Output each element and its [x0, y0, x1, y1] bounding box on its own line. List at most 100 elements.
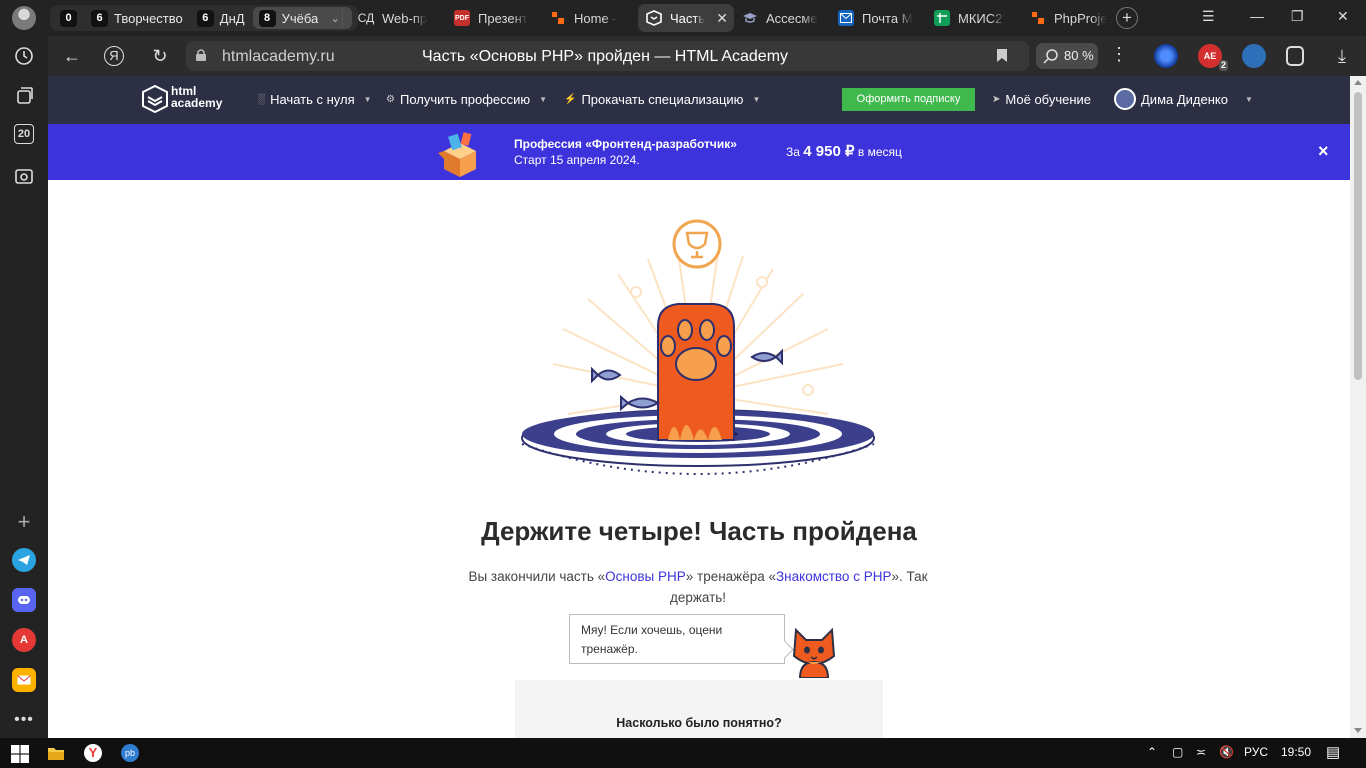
tab-home[interactable]: Home -	[542, 4, 638, 32]
gear-icon: ⚙	[386, 94, 395, 105]
lock-icon	[196, 49, 206, 61]
avatar[interactable]	[1114, 88, 1136, 110]
volume-muted-icon[interactable]: 🔇	[1219, 745, 1234, 759]
collections-icon[interactable]	[1286, 46, 1304, 66]
kebab-menu-icon[interactable]: ⋮	[1110, 44, 1128, 65]
minimize-icon[interactable]: —	[1250, 8, 1264, 24]
tab-group-label: Учёба	[281, 10, 319, 26]
rating-panel: Насколько было понятно?	[515, 680, 883, 738]
menu-label: Начать с нуля	[270, 92, 355, 107]
logo-text[interactable]: html academy	[171, 85, 222, 109]
promo-price: За 4 950 ₽ в месяц	[786, 142, 902, 160]
adblock-badge: 2	[1218, 60, 1228, 71]
chevron-down-icon: ▼	[363, 95, 372, 104]
tab-htmlacademy[interactable]: Часть ✕	[638, 4, 734, 32]
tray-chevron-icon[interactable]: ⌃	[1147, 745, 1157, 759]
history-icon[interactable]	[12, 44, 36, 68]
tab-mail[interactable]: Почта М	[830, 4, 926, 32]
my-learning-label: Моё обучение	[1005, 92, 1092, 107]
counter-icon[interactable]: 20	[14, 124, 34, 144]
wifi-icon[interactable]: ≍	[1196, 745, 1206, 759]
my-learning-link[interactable]: ➤ Моё обучение	[992, 92, 1091, 107]
download-icon[interactable]: ⤓	[1330, 44, 1354, 68]
tab-phpproject[interactable]: PhpProje	[1022, 4, 1118, 32]
paw-illustration	[521, 219, 875, 475]
scrollbar-thumb[interactable]	[1354, 92, 1362, 380]
price-value: 4 950 ₽	[803, 143, 855, 160]
collections-icon[interactable]	[12, 84, 36, 108]
chevron-down-icon: ▼	[752, 95, 761, 104]
desc-text-2: » тренажёра «	[685, 569, 777, 584]
close-icon[interactable]: ×	[1318, 141, 1329, 162]
browser-sidebar: 20 + A •••	[0, 36, 48, 738]
translate-icon[interactable]: A	[12, 628, 36, 652]
mail-icon[interactable]	[12, 668, 36, 692]
app-icon[interactable]: pb	[121, 744, 139, 762]
new-tab-button[interactable]: +	[1116, 7, 1138, 29]
tab-group-0[interactable]: 0	[54, 7, 83, 29]
page-scrollbar[interactable]	[1350, 76, 1366, 738]
tab-group-study[interactable]: 8 Учёба ⌄	[252, 7, 353, 29]
add-panel-icon[interactable]: +	[12, 509, 36, 534]
profile-avatar[interactable]	[12, 6, 36, 30]
chevron-down-icon: ▼	[1244, 95, 1253, 104]
tab-mkis[interactable]: МКИС2'	[926, 4, 1022, 32]
file-explorer-icon[interactable]	[47, 744, 65, 762]
htmlacademy-logo-icon[interactable]	[142, 85, 168, 113]
chevron-down-icon: ▼	[539, 95, 548, 104]
part-link[interactable]: Основы PHP	[605, 569, 686, 584]
close-window-icon[interactable]: ✕	[1337, 8, 1349, 25]
restore-icon[interactable]: ❐	[1291, 8, 1304, 25]
speech-bubble: Мяу! Если хочешь, оцени тренажёр.	[569, 614, 785, 664]
tab-assessment[interactable]: Ассесме	[734, 4, 830, 32]
tab-group-creativity[interactable]: 6 Творчество	[85, 7, 189, 29]
url-domain: htmlacademy.ru	[222, 48, 335, 65]
adblock-icon[interactable]: AE 2	[1198, 44, 1228, 71]
search-icon	[1043, 49, 1058, 64]
menu-get-profession[interactable]: ⚙ Получить профессию ▼	[386, 92, 547, 107]
tab-label: МКИС2'	[958, 10, 1005, 26]
tab-label: Презент	[478, 10, 528, 26]
bookmark-icon[interactable]	[996, 48, 1008, 63]
back-icon[interactable]: ←	[60, 44, 84, 68]
scroll-down-icon[interactable]	[1354, 728, 1362, 733]
zoom-indicator[interactable]: 80 %	[1036, 43, 1098, 69]
page-heading: Держите четыре! Часть пройдена	[481, 516, 917, 546]
windows-start-icon[interactable]	[11, 745, 29, 763]
promo-title: Профессия «Фронтенд-разработчик»	[514, 137, 737, 151]
page-viewport: html academy ░ Начать с нуля ▼ ⚙ Получит…	[48, 76, 1350, 738]
menu-start-from-zero[interactable]: ░ Начать с нуля ▼	[258, 92, 372, 107]
input-language[interactable]: РУС	[1244, 745, 1268, 759]
lightning-icon: ⚡	[564, 94, 577, 105]
telegram-icon[interactable]	[12, 548, 36, 572]
box-illustration-icon	[438, 132, 476, 177]
tab-presentation[interactable]: PDF Презент	[446, 4, 542, 32]
tab-group-dnd[interactable]: 6 ДнД	[191, 7, 251, 29]
yandex-icon[interactable]: Я	[104, 46, 124, 66]
subscribe-button[interactable]: Оформить подписку	[842, 88, 975, 111]
address-bar: ← Я ↻ htmlacademy.ru Часть «Основы PHP» …	[48, 36, 1366, 76]
clock[interactable]: 19:50	[1281, 745, 1311, 759]
yandex-browser-icon[interactable]: Y	[84, 744, 102, 762]
user-menu[interactable]: Дима Диденко ▼	[1141, 92, 1253, 107]
scroll-up-icon[interactable]	[1354, 80, 1362, 85]
menu-icon[interactable]: ☰	[1202, 8, 1215, 25]
discord-icon[interactable]	[12, 588, 36, 612]
menu-specialization[interactable]: ⚡ Прокачать специализацию ▼	[564, 92, 760, 107]
rocket-icon: ➤	[992, 94, 1001, 105]
course-link[interactable]: Знакомство с PHP	[776, 569, 891, 584]
promo-banner[interactable]: Профессия «Фронтенд-разработчик» Старт 1…	[48, 124, 1350, 180]
trello-icon	[550, 10, 566, 26]
url-field[interactable]: htmlacademy.ru Часть «Основы PHP» пройде…	[186, 41, 1029, 71]
tab-label: PhpProje	[1054, 10, 1108, 26]
more-icon[interactable]: •••	[12, 708, 36, 732]
close-tab-icon[interactable]: ✕	[716, 10, 728, 27]
notifications-icon[interactable]: ▤	[1326, 743, 1340, 761]
vpn-icon[interactable]	[1154, 44, 1178, 68]
pdf-icon: PDF	[454, 10, 470, 26]
reload-icon[interactable]: ↻	[148, 44, 172, 68]
network-icon[interactable]: ▢	[1172, 745, 1183, 759]
tab-web[interactable]: СД Web-пр	[350, 4, 446, 32]
screenshot-icon[interactable]	[12, 164, 36, 188]
translate-icon[interactable]	[1242, 44, 1266, 68]
